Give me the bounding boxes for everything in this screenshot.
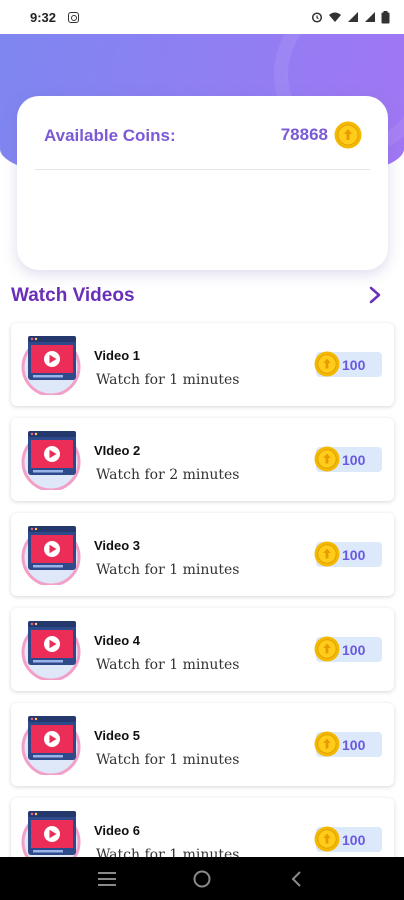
reward-value: 100 xyxy=(342,452,366,468)
reward-badge: 100 xyxy=(314,731,382,757)
video-thumbnail-icon xyxy=(21,716,81,775)
coin-icon xyxy=(314,351,340,377)
reward-value: 100 xyxy=(342,357,366,373)
status-time: 9:32 xyxy=(30,9,57,25)
video-list: Video 1 Watch for 1 minutes 100 VIdeo 2 … xyxy=(11,323,394,893)
signal-icon xyxy=(348,12,358,22)
reward-badge: 100 xyxy=(314,446,382,472)
coin-icon xyxy=(314,541,340,567)
video-title: Video 3 xyxy=(94,538,141,553)
coin-icon xyxy=(334,121,362,149)
video-duration: Watch for 1 minutes xyxy=(96,657,240,673)
coin-icon xyxy=(314,731,340,757)
video-duration: Watch for 1 minutes xyxy=(96,372,240,388)
coins-value: 78868 xyxy=(280,125,328,144)
video-card[interactable]: Video 5 Watch for 1 minutes 100 xyxy=(11,703,394,786)
video-card[interactable]: Video 1 Watch for 1 minutes 100 xyxy=(11,323,394,406)
alarm-icon xyxy=(311,12,323,23)
battery-icon xyxy=(381,10,390,23)
reward-value: 100 xyxy=(342,832,366,848)
reward-badge: 100 xyxy=(314,541,382,567)
video-card[interactable]: VIdeo 2 Watch for 2 minutes 100 xyxy=(11,418,394,501)
video-card[interactable]: Video 3 Watch for 1 minutes 100 xyxy=(11,513,394,596)
video-duration: Watch for 2 minutes xyxy=(96,467,240,483)
video-title: Video 6 xyxy=(94,823,141,838)
system-nav-bar xyxy=(0,857,404,900)
status-icons xyxy=(311,10,390,24)
video-thumbnail-icon xyxy=(21,526,81,585)
reward-value: 100 xyxy=(342,642,366,658)
reward-badge: 100 xyxy=(314,826,382,852)
video-duration: Watch for 1 minutes xyxy=(96,562,240,578)
video-card[interactable]: Video 4 Watch for 1 minutes 100 xyxy=(11,608,394,691)
coins-label: Available Coins: xyxy=(44,126,176,145)
video-thumbnail-icon xyxy=(21,621,81,680)
reward-value: 100 xyxy=(342,547,366,563)
video-title: Video 4 xyxy=(94,633,141,648)
video-title: Video 5 xyxy=(94,728,141,743)
signal-icon xyxy=(365,12,375,22)
coin-icon xyxy=(314,826,340,852)
coin-icon xyxy=(314,636,340,662)
coin-icon xyxy=(314,446,340,472)
video-thumbnail-icon xyxy=(21,431,81,490)
reward-badge: 100 xyxy=(314,636,382,662)
chevron-right-icon[interactable] xyxy=(368,285,382,305)
video-duration: Watch for 1 minutes xyxy=(96,752,240,768)
instagram-icon xyxy=(68,11,80,23)
back-icon[interactable] xyxy=(282,864,312,894)
home-icon[interactable] xyxy=(187,864,217,894)
video-title: Video 1 xyxy=(94,348,141,363)
status-bar: 9:32 xyxy=(0,0,404,34)
coins-divider xyxy=(35,169,370,170)
video-thumbnail-icon xyxy=(21,336,81,395)
reward-value: 100 xyxy=(342,737,366,753)
reward-badge: 100 xyxy=(314,351,382,377)
video-title: VIdeo 2 xyxy=(94,443,141,458)
menu-icon[interactable] xyxy=(92,864,122,894)
wifi-icon xyxy=(329,12,341,22)
section-title: Watch Videos xyxy=(11,285,135,306)
coins-card: Available Coins: 78868 xyxy=(17,96,388,270)
